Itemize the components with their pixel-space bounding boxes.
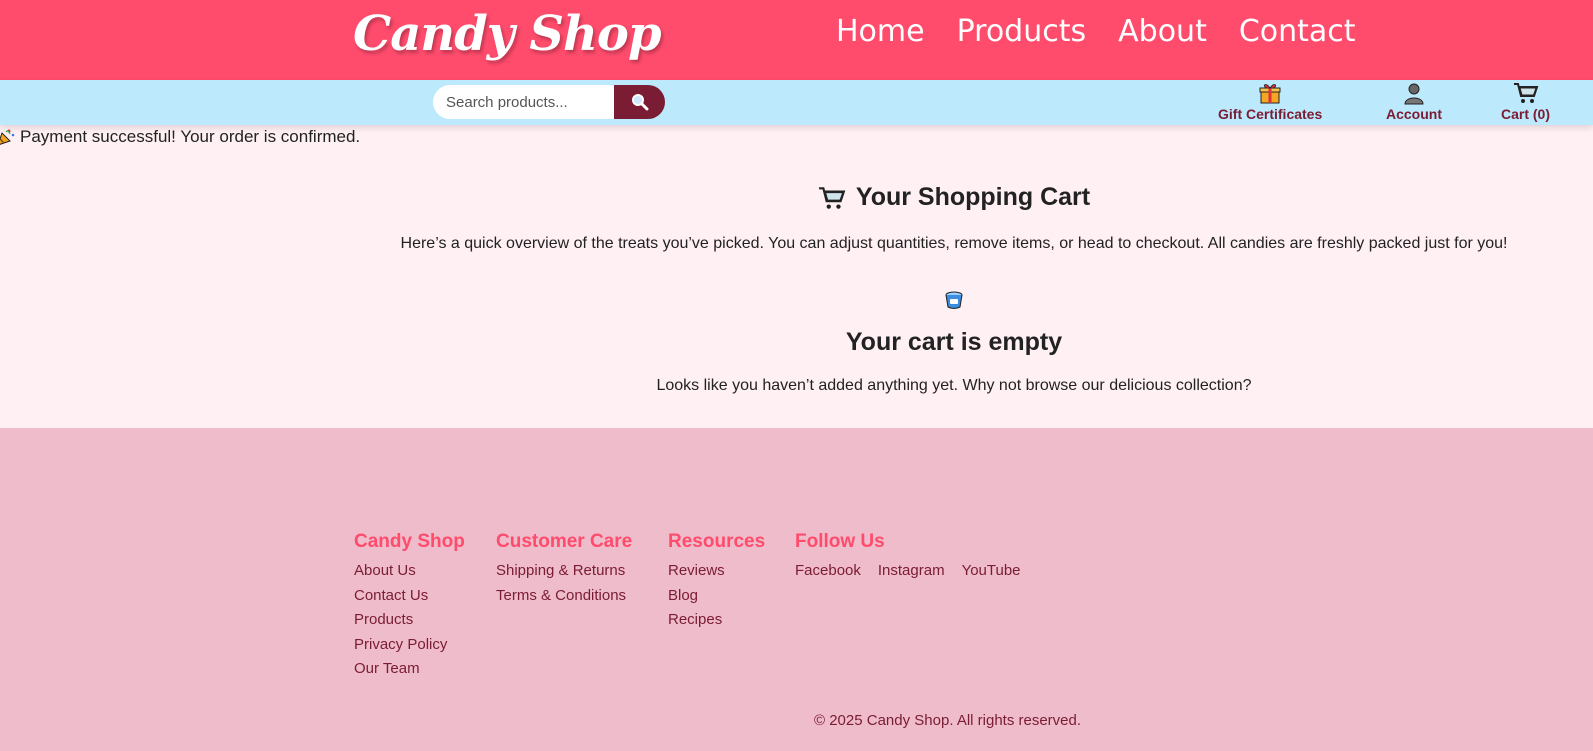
footer-link-products[interactable]: Products	[354, 608, 465, 633]
cart-intro-text: Here’s a quick overview of the treats yo…	[400, 235, 1508, 252]
gift-icon	[1259, 84, 1281, 104]
footer-link-terms-conditions[interactable]: Terms & Conditions	[496, 584, 632, 609]
search-icon	[631, 94, 648, 111]
footer-link-facebook[interactable]: Facebook	[795, 559, 861, 584]
site-footer: Candy Shop About Us Contact Us Products …	[0, 428, 1593, 751]
account-link[interactable]: Account	[1386, 81, 1442, 122]
copyright-text: © 2025 Candy Shop. All rights reserved.	[814, 712, 1082, 729]
nav-about[interactable]: About	[1118, 14, 1207, 49]
search-input[interactable]	[433, 85, 614, 119]
account-icon	[1404, 83, 1424, 105]
flash-text: Payment successful! Your order is confir…	[20, 127, 361, 146]
footer-link-contact-us[interactable]: Contact Us	[354, 584, 465, 609]
footer-heading: Customer Care	[496, 531, 633, 552]
empty-cart-text: Looks like you haven’t added anything ye…	[656, 377, 1252, 394]
top-header: Candy Shop Home Products About Contact	[0, 0, 1593, 80]
gift-certificates-label: Gift Certificates	[1218, 106, 1323, 122]
footer-col-resources: Resources Reviews Blog Recipes	[668, 531, 765, 633]
footer-link-reviews[interactable]: Reviews	[668, 559, 765, 584]
footer-col-follow-us: Follow Us Facebook Instagram YouTube	[795, 531, 1021, 584]
utility-bar: Gift Certificates Account Cart (0)	[0, 80, 1593, 125]
nav-contact[interactable]: Contact	[1239, 14, 1356, 49]
empty-cart-heading: Your cart is empty	[845, 328, 1063, 356]
main-nav: Home Products About Contact	[836, 14, 1356, 49]
empty-bucket-icon	[945, 291, 963, 309]
footer-link-our-team[interactable]: Our Team	[354, 657, 465, 682]
party-popper-icon	[0, 129, 15, 145]
footer-link-privacy-policy[interactable]: Privacy Policy	[354, 633, 465, 658]
cart-label: Cart (0)	[1501, 106, 1551, 122]
footer-link-shipping-returns[interactable]: Shipping & Returns	[496, 559, 632, 584]
nav-home[interactable]: Home	[836, 14, 925, 49]
cart-heading: Your Shopping Cart	[354, 183, 1554, 212]
footer-link-instagram[interactable]: Instagram	[878, 559, 945, 584]
account-label: Account	[1386, 106, 1442, 122]
footer-link-youtube[interactable]: YouTube	[962, 559, 1021, 584]
nav-products[interactable]: Products	[957, 14, 1087, 49]
site-logo[interactable]: Candy Shop	[353, 6, 662, 62]
cart-icon	[1513, 83, 1538, 103]
footer-link-recipes[interactable]: Recipes	[668, 608, 765, 633]
gift-certificates-link[interactable]: Gift Certificates	[1218, 81, 1322, 122]
footer-col-candy-shop: Candy Shop About Us Contact Us Products …	[354, 531, 465, 682]
search-button[interactable]	[614, 85, 665, 119]
search-form	[433, 85, 665, 119]
cart-title: Your Shopping Cart	[855, 183, 1091, 211]
shopping-cart-icon	[818, 186, 846, 209]
footer-link-about-us[interactable]: About Us	[354, 559, 465, 584]
flash-message: Payment successful! Your order is confir…	[0, 127, 360, 147]
footer-link-blog[interactable]: Blog	[668, 584, 765, 609]
footer-heading: Candy Shop	[354, 531, 465, 552]
footer-heading: Follow Us	[795, 531, 885, 552]
footer-col-customer-care: Customer Care Shipping & Returns Terms &…	[496, 531, 632, 608]
cart-link[interactable]: Cart (0)	[1501, 81, 1550, 122]
footer-heading: Resources	[668, 531, 766, 552]
social-links: Facebook Instagram YouTube	[795, 559, 1021, 584]
